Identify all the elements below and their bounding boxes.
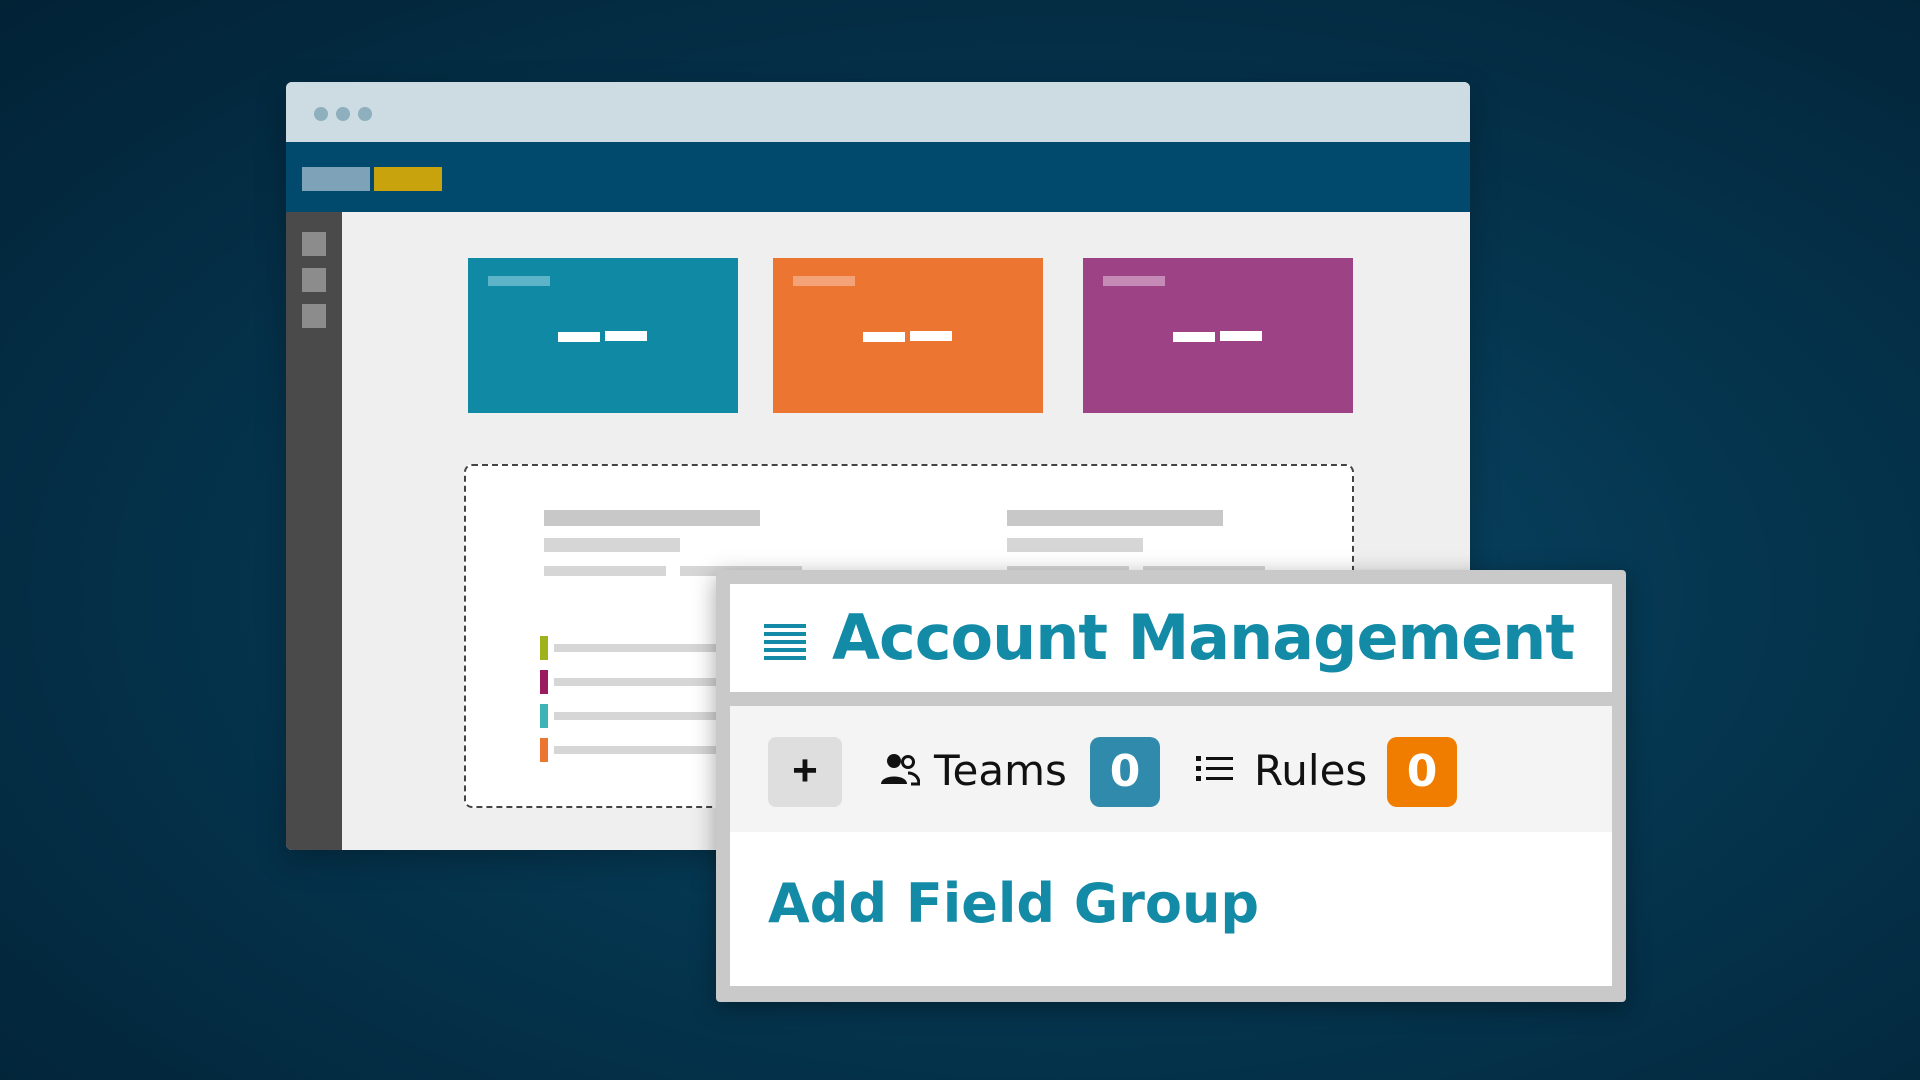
text-placeholder bbox=[1007, 538, 1143, 552]
app-header bbox=[286, 142, 1470, 212]
panel-title: Account Management bbox=[832, 601, 1575, 674]
list-color-marker bbox=[540, 636, 548, 660]
account-management-panel: Account Management + Teams 0 Rules 0 Add… bbox=[716, 570, 1626, 1002]
browser-titlebar bbox=[286, 82, 1470, 142]
dashboard-card-orange[interactable] bbox=[773, 258, 1043, 413]
text-placeholder bbox=[1007, 510, 1223, 526]
card-value-placeholder bbox=[1173, 332, 1215, 342]
text-placeholder bbox=[544, 510, 760, 526]
card-value-placeholder bbox=[558, 332, 600, 342]
list-line-placeholder bbox=[554, 678, 724, 686]
add-button[interactable]: + bbox=[768, 737, 842, 807]
sidebar-item[interactable] bbox=[302, 232, 326, 256]
window-control-dot[interactable] bbox=[358, 107, 372, 121]
card-value-placeholder bbox=[910, 331, 952, 341]
panel-body: Add Field Group bbox=[730, 832, 1612, 986]
card-label-placeholder bbox=[488, 276, 550, 286]
list-color-marker bbox=[540, 670, 548, 694]
rules-count-badge: 0 bbox=[1387, 737, 1457, 807]
logo-block bbox=[302, 167, 370, 191]
dashboard-card-purple[interactable] bbox=[1083, 258, 1353, 413]
text-placeholder bbox=[544, 566, 666, 576]
window-control-dot[interactable] bbox=[336, 107, 350, 121]
text-placeholder bbox=[544, 538, 680, 552]
list-icon bbox=[1196, 756, 1233, 781]
teams-count-badge: 0 bbox=[1090, 737, 1160, 807]
list-line-placeholder bbox=[554, 712, 724, 720]
list-line-placeholder bbox=[554, 644, 724, 652]
list-color-marker bbox=[540, 738, 548, 762]
teams-label[interactable]: Teams bbox=[934, 744, 1067, 798]
add-field-group-link[interactable]: Add Field Group bbox=[768, 872, 1259, 936]
logo-block-accent bbox=[374, 167, 442, 191]
rules-label[interactable]: Rules bbox=[1254, 744, 1367, 798]
list-color-marker bbox=[540, 704, 548, 728]
card-value-placeholder bbox=[605, 331, 647, 341]
list-line-placeholder bbox=[554, 746, 724, 754]
card-value-placeholder bbox=[863, 332, 905, 342]
people-icon bbox=[881, 754, 920, 786]
panel-toolbar: + Teams 0 Rules 0 bbox=[730, 706, 1612, 832]
sidebar-item[interactable] bbox=[302, 268, 326, 292]
card-label-placeholder bbox=[1103, 276, 1165, 286]
menu-icon[interactable] bbox=[764, 624, 806, 662]
sidebar-item[interactable] bbox=[302, 304, 326, 328]
dashboard-card-teal[interactable] bbox=[468, 258, 738, 413]
card-label-placeholder bbox=[793, 276, 855, 286]
panel-header: Account Management bbox=[730, 584, 1612, 692]
window-control-dot[interactable] bbox=[314, 107, 328, 121]
sidebar bbox=[286, 212, 342, 850]
card-value-placeholder bbox=[1220, 331, 1262, 341]
